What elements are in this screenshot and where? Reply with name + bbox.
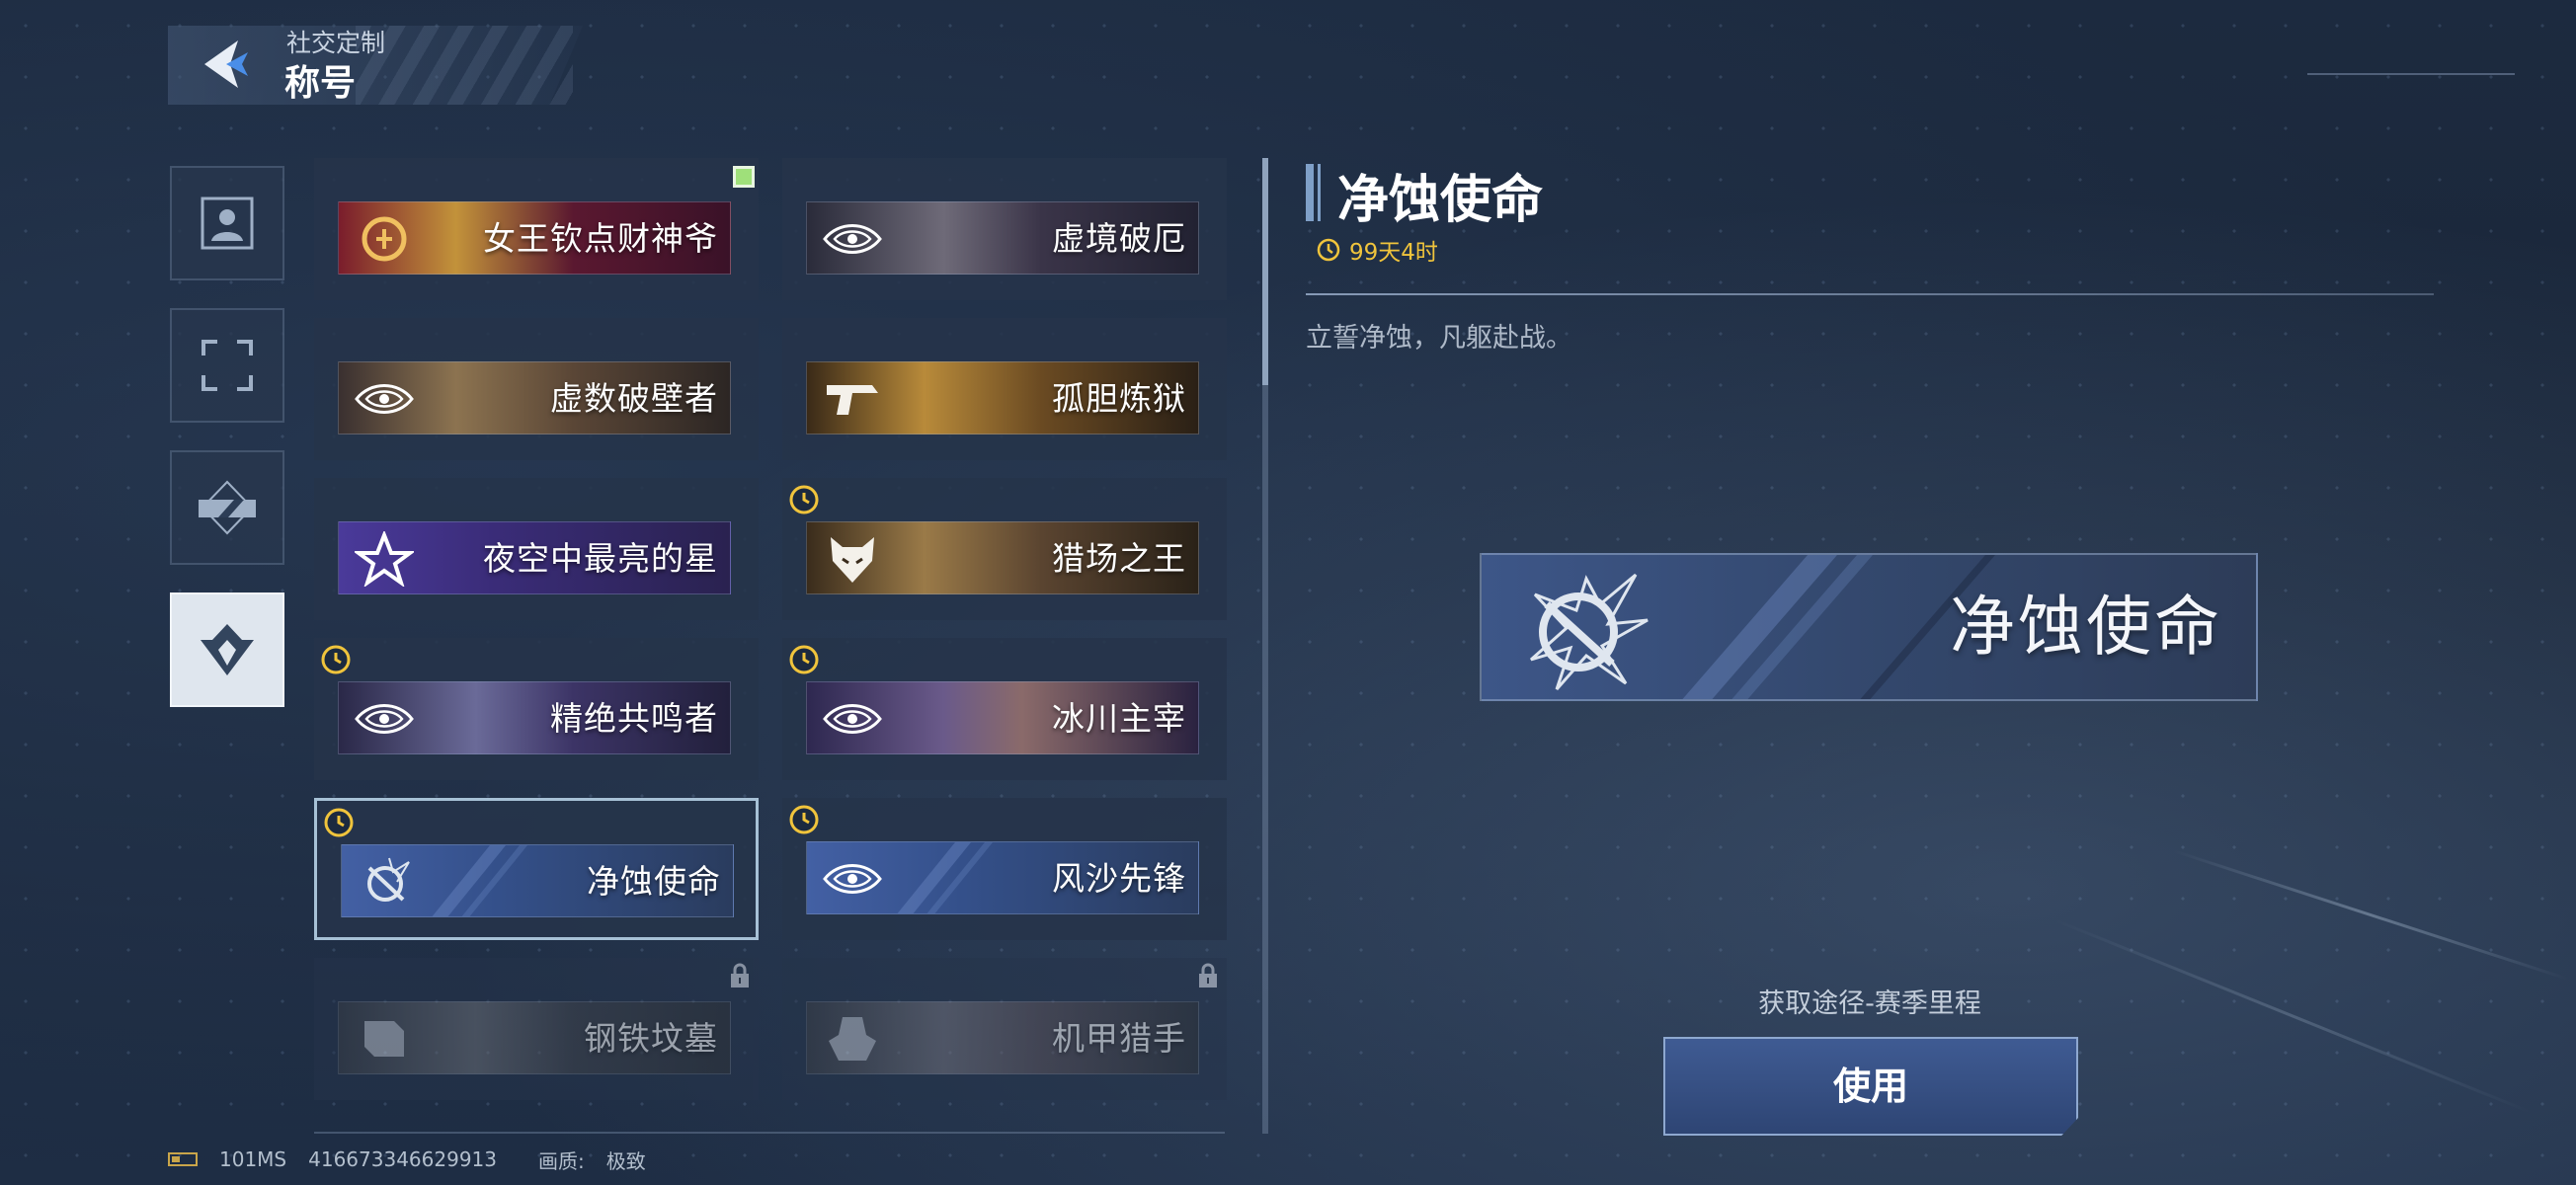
detail-title: 净蚀使命 [1337, 171, 1544, 230]
mech-emblem-icon [353, 1009, 416, 1068]
title-label: 孤胆炼狱 [1052, 379, 1186, 418]
title-card[interactable]: 精绝共鸣者 [314, 638, 759, 780]
title-card[interactable]: 女王钦点财神爷 [314, 158, 759, 300]
new-indicator-badge [733, 166, 755, 188]
detail-remaining-time: 99天4时 [1316, 233, 1438, 267]
title-label: 虚境破厄 [1052, 219, 1186, 258]
gun-emblem-icon [821, 369, 884, 429]
title-label: 精绝共鸣者 [550, 699, 718, 738]
category-tab-avatar[interactable] [170, 166, 284, 280]
timer-clock-icon [788, 644, 820, 675]
deco-hud-text [2307, 73, 2515, 115]
star-emblem-icon [353, 529, 416, 589]
category-tab-card[interactable] [170, 450, 284, 565]
title-label: 钢铁坟墓 [584, 1019, 718, 1058]
title-label: 猎场之王 [1052, 539, 1186, 578]
purge-emblem-icon [1530, 573, 1649, 690]
timer-clock-icon [788, 804, 820, 835]
header-stripes [356, 26, 573, 105]
wolf-emblem-icon [821, 529, 884, 589]
title-badge: 机甲猎手 [806, 1001, 1199, 1074]
title-badge: 女王钦点财神爷 [338, 201, 731, 275]
battery-icon [168, 1152, 198, 1166]
detail-description: 立誓净蚀，凡躯赴战。 [1306, 323, 1572, 354]
detail-accent-bar [1306, 164, 1314, 221]
title-badge: 夜空中最亮的星 [338, 521, 731, 594]
eye-emblem-icon [821, 849, 884, 908]
title-preview-banner: 净蚀使命 [1480, 553, 2258, 701]
back-arrow-icon [204, 40, 248, 88]
title-badge: 风沙先锋 [806, 841, 1199, 914]
title-badge: 精绝共鸣者 [338, 681, 731, 754]
eye-emblem-icon [353, 689, 416, 749]
person-icon [201, 197, 254, 250]
frame-icon [201, 340, 253, 391]
eye-emblem-icon [821, 689, 884, 749]
title-badge: 净蚀使命 [341, 844, 734, 917]
eye-emblem-icon [821, 209, 884, 269]
title-card[interactable]: 虚数破壁者 [314, 318, 759, 460]
scrollbar-thumb[interactable] [1262, 158, 1268, 385]
detail-divider [1306, 293, 2434, 295]
title-badge: 猎场之王 [806, 521, 1199, 594]
title-label: 虚数破壁者 [550, 379, 718, 418]
warrior-emblem-icon [821, 1009, 884, 1068]
title-emblem-icon [201, 624, 254, 675]
ping-text: 101MS [219, 1147, 287, 1171]
title-label: 风沙先锋 [1052, 859, 1186, 898]
title-card[interactable]: 冰川主宰 [782, 638, 1227, 780]
timer-clock-icon [323, 807, 355, 838]
remaining-time-text: 99天4时 [1349, 240, 1438, 266]
title-badge: 冰川主宰 [806, 681, 1199, 754]
title-card[interactable]: 孤胆炼狱 [782, 318, 1227, 460]
title-card[interactable]: 虚境破厄 [782, 158, 1227, 300]
uid-text: 416673346629913 [308, 1147, 497, 1171]
title-badge: 虚数破壁者 [338, 361, 731, 434]
title-label: 夜空中最亮的星 [483, 539, 718, 578]
card-icon [199, 480, 256, 535]
page-title: 称号 [284, 63, 357, 104]
preview-title-text: 净蚀使命 [1950, 589, 2222, 665]
title-label: 净蚀使命 [587, 862, 721, 901]
title-card[interactable]: 猎场之王 [782, 478, 1227, 620]
category-tab-frame[interactable] [170, 308, 284, 423]
category-tab-title[interactable] [170, 592, 284, 707]
coin-emblem-icon [353, 209, 416, 269]
title-label: 女王钦点财神爷 [483, 219, 718, 258]
timer-clock-icon [788, 484, 820, 515]
grid-bottom-divider [314, 1132, 1225, 1134]
timer-clock-icon [320, 644, 352, 675]
acquire-source: 获取途径-赛季里程 [1758, 988, 1981, 1019]
status-footer: 101MS 416673346629913 画质: 极致 [168, 1146, 646, 1173]
quality-value: 极致 [605, 1148, 646, 1173]
title-card[interactable]: 夜空中最亮的星 [314, 478, 759, 620]
title-card[interactable]: 净蚀使命 [314, 798, 759, 940]
background-light-streak [2172, 849, 2568, 981]
title-badge: 孤胆炼狱 [806, 361, 1199, 434]
detail-accent-bar-thin [1318, 164, 1321, 221]
title-card[interactable]: 机甲猎手 [782, 958, 1227, 1100]
lock-icon [727, 962, 753, 989]
lock-icon [1195, 962, 1221, 989]
title-label: 冰川主宰 [1052, 699, 1186, 738]
background-light-streak [2053, 918, 2532, 1114]
title-list-scrollbar[interactable] [1262, 158, 1268, 1134]
title-card[interactable]: 风沙先锋 [782, 798, 1227, 940]
purge-emblem-icon [356, 852, 419, 911]
title-grid: 女王钦点财神爷 虚境破厄虚数破壁者 孤胆炼狱夜空中最亮的星 猎场之王精绝共鸣者 冰川主宰… [314, 158, 1227, 1106]
quality-label: 画质: [538, 1148, 585, 1173]
title-label: 机甲猎手 [1052, 1019, 1186, 1058]
use-button[interactable]: 使用 [1663, 1037, 2078, 1136]
title-badge: 钢铁坟墓 [338, 1001, 731, 1074]
title-badge: 虚境破厄 [806, 201, 1199, 275]
eye-emblem-icon [353, 369, 416, 429]
clock-icon [1317, 238, 1340, 262]
use-button-label: 使用 [1832, 1065, 1908, 1108]
title-card[interactable]: 钢铁坟墓 [314, 958, 759, 1100]
back-button[interactable] [196, 34, 257, 95]
